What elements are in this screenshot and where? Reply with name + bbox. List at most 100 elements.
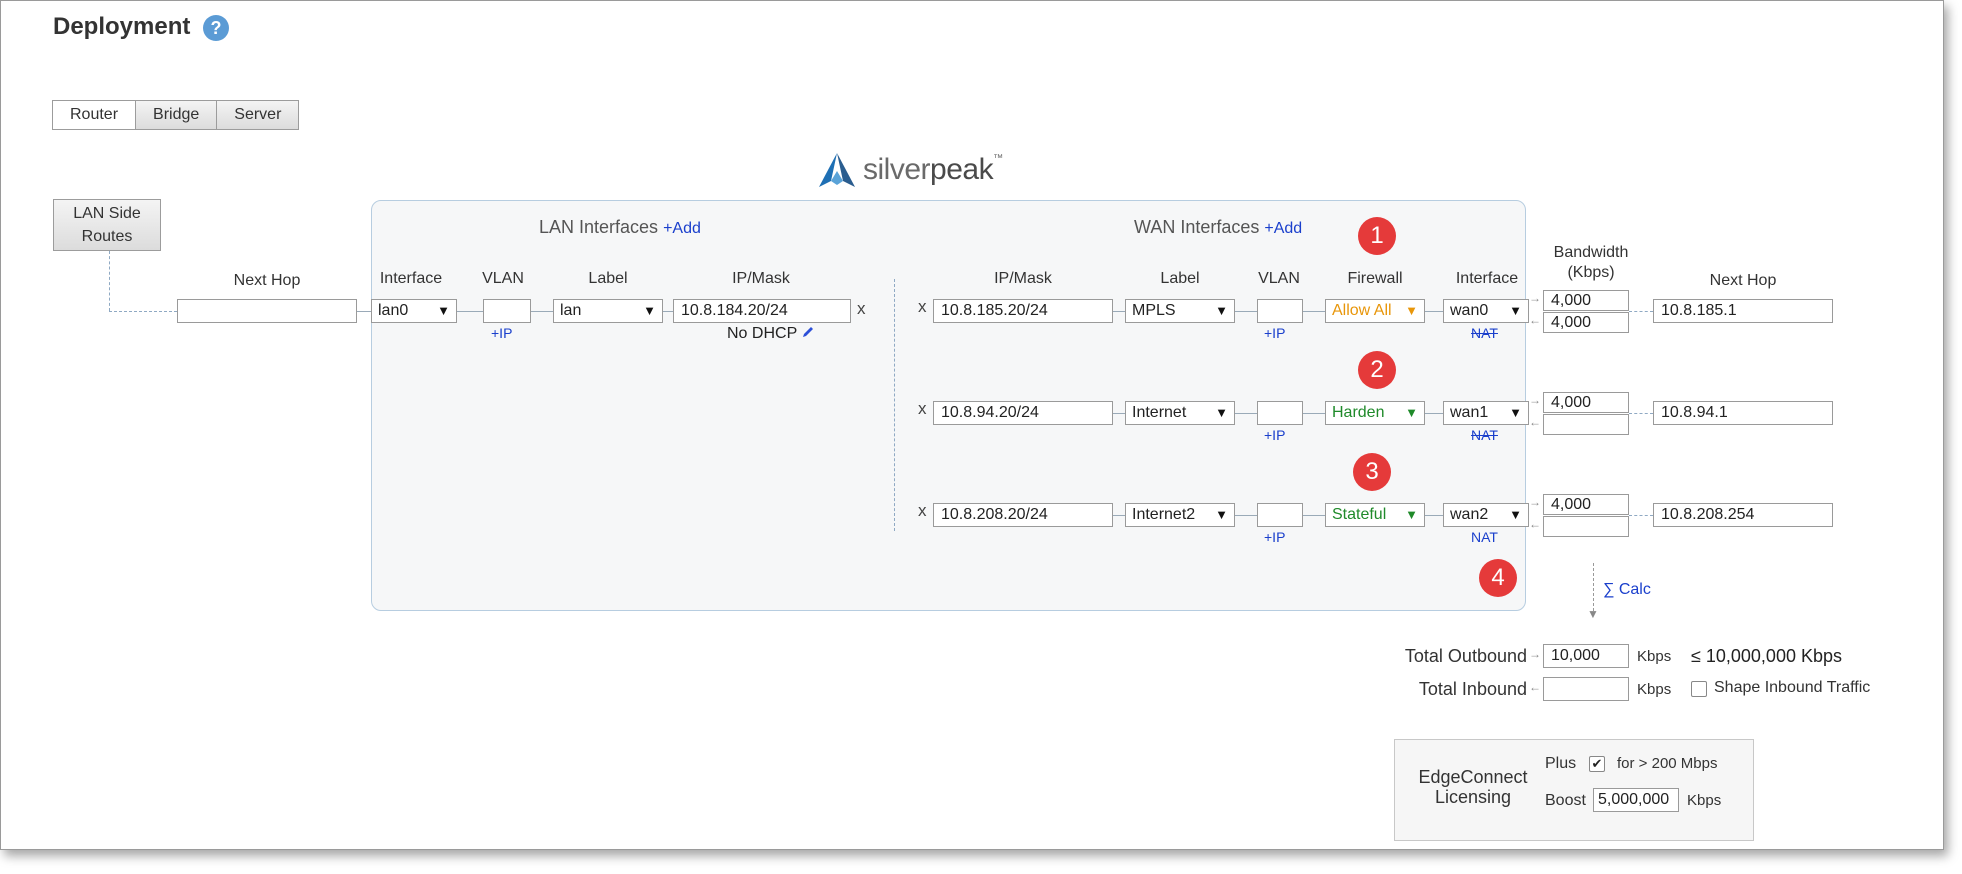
mode-server-button[interactable]: Server xyxy=(216,100,300,130)
dropdown-arrow-icon: ▼ xyxy=(1509,405,1522,420)
wan1-firewall-value: Harden xyxy=(1332,404,1385,421)
wan0-ipmask-input[interactable]: 10.8.185.20/24 xyxy=(933,299,1113,323)
wan2-add-ip-link[interactable]: +IP xyxy=(1264,529,1285,545)
total-outbound-input[interactable]: 10,000 xyxy=(1543,644,1629,668)
wan0-interface-select[interactable]: wan0 ▼ xyxy=(1443,299,1529,323)
wan1-vlan-input[interactable] xyxy=(1257,401,1303,425)
wan0-next-hop-input[interactable]: 10.8.185.1 xyxy=(1653,299,1833,323)
wan2-ipmask-input[interactable]: 10.8.208.20/24 xyxy=(933,503,1113,527)
licensing-title-line2: Licensing xyxy=(1434,787,1512,807)
dropdown-arrow-icon: ▼ xyxy=(1405,303,1418,318)
wan0-bw-out-input[interactable]: 4,000 xyxy=(1543,290,1629,311)
total-outbound-unit: Kbps xyxy=(1637,648,1672,665)
lan-side-routes-button[interactable]: LAN Side Routes xyxy=(53,199,161,251)
licensing-title: EdgeConnect Licensing xyxy=(1409,767,1537,807)
edit-pencil-icon[interactable] xyxy=(801,325,815,339)
wan1-ipmask-input[interactable]: 10.8.94.20/24 xyxy=(933,401,1113,425)
wan-connector xyxy=(1303,413,1325,414)
wan-bandwidth-header: Bandwidth (Kbps) xyxy=(1541,243,1641,283)
wan2-firewall-select[interactable]: Stateful ▼ xyxy=(1325,503,1425,527)
lan-add-ip-link[interactable]: +IP xyxy=(491,325,512,341)
boost-input[interactable]: 5,000,000 xyxy=(1593,788,1679,812)
total-outbound-limit: ≤ 10,000,000 Kbps xyxy=(1691,646,1842,666)
lan-dhcp-status[interactable]: No DHCP xyxy=(727,325,815,343)
wan2-bw-out-input[interactable]: 4,000 xyxy=(1543,494,1629,515)
wan2-remove-icon[interactable]: x xyxy=(918,501,927,521)
wan0-nat-toggle[interactable]: NAT xyxy=(1471,325,1498,341)
lan-side-routes-label-1: LAN Side xyxy=(73,205,141,222)
lan-vlan-input[interactable] xyxy=(483,299,531,323)
lan-interface-header: Interface xyxy=(379,270,443,287)
wan0-bw-in-input[interactable]: 4,000 xyxy=(1543,312,1629,333)
lan-next-hop-input[interactable] xyxy=(177,299,357,323)
outbound-arrow-icon: → xyxy=(1529,647,1541,661)
mode-router-button[interactable]: Router xyxy=(52,100,137,130)
licensing-title-line1: EdgeConnect xyxy=(1418,767,1528,787)
shape-inbound-checkbox[interactable] xyxy=(1691,681,1707,697)
help-icon[interactable]: ? xyxy=(203,15,229,41)
plus-checkbox[interactable]: ✔ xyxy=(1589,756,1605,772)
wan1-next-hop-input[interactable]: 10.8.94.1 xyxy=(1653,401,1833,425)
wan0-label-value: MPLS xyxy=(1132,302,1176,319)
wan1-nat-toggle[interactable]: NAT xyxy=(1471,427,1498,443)
lan-interface-select[interactable]: lan0 ▼ xyxy=(371,299,457,323)
bandwidth-header-text: Bandwidth xyxy=(1553,244,1629,261)
wan2-interface-select[interactable]: wan2 ▼ xyxy=(1443,503,1529,527)
outbound-arrow-icon: → xyxy=(1529,393,1541,407)
wan-add-link[interactable]: +Add xyxy=(1264,220,1302,237)
bandwidth-unit-text: (Kbps) xyxy=(1567,264,1615,281)
wan2-vlan-input[interactable] xyxy=(1257,503,1303,527)
wan0-remove-icon[interactable]: x xyxy=(918,297,927,317)
wan1-label-value: Internet xyxy=(1132,404,1187,421)
logo-tm: ™ xyxy=(993,153,1003,164)
wan0-interface-value: wan0 xyxy=(1450,302,1489,319)
wan1-firewall-select[interactable]: Harden ▼ xyxy=(1325,401,1425,425)
wan1-bw-in-input[interactable] xyxy=(1543,414,1629,435)
lan-label-value: lan xyxy=(560,302,582,319)
total-inbound-input[interactable] xyxy=(1543,677,1629,701)
wan2-label-select[interactable]: Internet2 ▼ xyxy=(1125,503,1235,527)
wan-interfaces-title-text: WAN Interfaces xyxy=(1134,217,1260,237)
wan0-vlan-input[interactable] xyxy=(1257,299,1303,323)
wan-connector xyxy=(1629,515,1653,516)
wan2-nat-toggle[interactable]: NAT xyxy=(1471,529,1498,545)
lan-next-hop-header: Next Hop xyxy=(233,272,301,289)
lan-label-select[interactable]: lan ▼ xyxy=(553,299,663,323)
wan1-label-select[interactable]: Internet ▼ xyxy=(1125,401,1235,425)
inbound-arrow-icon: ← xyxy=(1529,415,1541,429)
wan-connector xyxy=(1425,311,1443,312)
wan0-add-ip-link[interactable]: +IP xyxy=(1264,325,1285,341)
dropdown-arrow-icon: ▼ xyxy=(1215,405,1228,420)
lan-ipmask-header: IP/Mask xyxy=(732,270,790,287)
wan2-next-hop-input[interactable]: 10.8.208.254 xyxy=(1653,503,1833,527)
wan1-bw-out-input[interactable]: 4,000 xyxy=(1543,392,1629,413)
wan-connector xyxy=(1425,515,1443,516)
page-title: Deployment xyxy=(53,13,191,40)
lan-dhcp-label: No DHCP xyxy=(727,325,797,342)
mode-bridge-button[interactable]: Bridge xyxy=(135,100,218,130)
lan-vlan-header: VLAN xyxy=(482,270,524,287)
routes-connector-h xyxy=(109,311,177,312)
wan-interfaces-title: WAN Interfaces +Add xyxy=(1134,217,1302,238)
wan1-remove-icon[interactable]: x xyxy=(918,399,927,419)
wan1-interface-select[interactable]: wan1 ▼ xyxy=(1443,401,1529,425)
calc-link[interactable]: ∑ Calc xyxy=(1603,581,1651,599)
lan-add-link[interactable]: +Add xyxy=(663,220,701,237)
wan0-firewall-select[interactable]: Allow All ▼ xyxy=(1325,299,1425,323)
lan-remove-icon[interactable]: x xyxy=(857,299,866,319)
wan1-add-ip-link[interactable]: +IP xyxy=(1264,427,1285,443)
step-badge-2: 2 xyxy=(1358,351,1396,389)
wan0-label-select[interactable]: MPLS ▼ xyxy=(1125,299,1235,323)
wan-connector xyxy=(1113,311,1125,312)
step-badge-4: 4 xyxy=(1479,559,1517,597)
lan-ipmask-input[interactable]: 10.8.184.20/24 xyxy=(673,299,851,323)
lan-label-header: Label xyxy=(588,270,628,287)
total-inbound-unit: Kbps xyxy=(1637,681,1672,698)
dropdown-arrow-icon: ▼ xyxy=(1215,303,1228,318)
wan-connector xyxy=(1235,413,1257,414)
wan-connector xyxy=(1303,515,1325,516)
inbound-arrow-icon: ← xyxy=(1529,313,1541,327)
wan2-bw-in-input[interactable] xyxy=(1543,516,1629,537)
lan-interfaces-title-text: LAN Interfaces xyxy=(539,217,659,237)
wan-connector xyxy=(1303,311,1325,312)
